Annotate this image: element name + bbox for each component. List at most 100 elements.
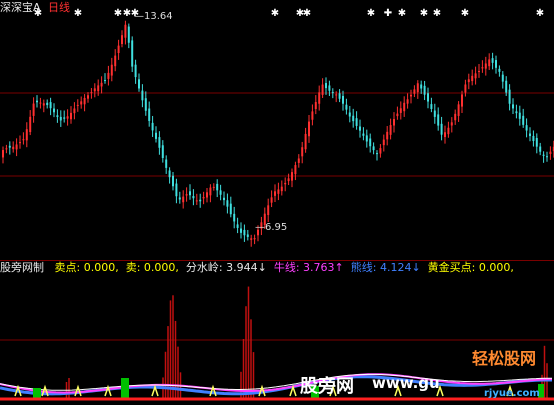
candlestick-body	[49, 102, 52, 109]
candlestick-body	[287, 178, 290, 182]
candlestick-body	[32, 103, 35, 116]
candlestick-body	[117, 45, 120, 54]
watermark-logo: 轻松股网	[472, 349, 537, 368]
candlestick-body	[416, 83, 419, 93]
signal-marker-icon: ✱	[460, 8, 470, 19]
candlestick-body	[321, 84, 324, 95]
candlestick-body	[338, 93, 341, 99]
candlestick-body	[76, 104, 79, 106]
watermark-text: 股旁网	[300, 376, 354, 397]
watermark-domain: rjyue.com	[484, 388, 540, 399]
candlestick-body	[325, 83, 327, 89]
candlestick-body	[219, 190, 222, 195]
candlestick-body	[464, 84, 467, 93]
candlestick-body	[362, 133, 365, 136]
candlestick-body	[172, 175, 174, 187]
candlestick-body	[39, 102, 42, 104]
divide-line	[0, 373, 552, 391]
candlestick-body	[182, 196, 185, 203]
candlestick-body	[212, 186, 215, 188]
candlestick-body	[185, 194, 188, 196]
candlestick-body	[246, 234, 249, 237]
signal-marker-icon: ✱	[432, 8, 442, 19]
candlestick-body	[478, 70, 480, 72]
candlestick-body	[22, 139, 25, 141]
candlestick-body	[223, 197, 225, 201]
indicator-name[interactable]: 股旁网制	[0, 261, 44, 274]
candlestick-body	[440, 123, 443, 135]
candlestick-body	[229, 203, 232, 215]
candlestick-body	[5, 148, 8, 150]
candlestick-body	[549, 151, 552, 154]
candlestick-body	[2, 150, 4, 158]
candlestick-body	[270, 197, 273, 203]
candlestick-body	[437, 114, 440, 126]
candlestick-body	[501, 74, 504, 82]
candlestick-body	[202, 197, 205, 199]
candlestick-body	[386, 131, 389, 140]
candlestick-body	[114, 55, 117, 67]
candlestick-body	[236, 224, 239, 228]
candlestick-body	[314, 102, 317, 109]
candlestick-body	[206, 192, 208, 198]
indicator-item: 分水岭: 3.944↓	[185, 261, 267, 274]
candlestick-body	[406, 99, 409, 104]
candlestick-body	[46, 102, 49, 106]
candlestick-body	[488, 59, 491, 67]
candlestick-body	[216, 183, 219, 191]
candlestick-body	[515, 111, 518, 114]
candlestick-body	[498, 68, 501, 72]
candlestick-body	[29, 116, 32, 133]
low-price-value: 6.95	[265, 222, 288, 233]
candlestick-body	[450, 122, 453, 126]
buy-signal-bar	[121, 378, 129, 398]
candlestick-body	[359, 126, 361, 131]
candlestick-body	[97, 85, 100, 92]
signal-marker-icon: ✱	[73, 8, 83, 19]
watermark-url: www.gu	[372, 374, 440, 392]
candlestick-body	[15, 144, 18, 150]
candlestick-body	[161, 145, 164, 158]
candlestick-body	[284, 182, 287, 185]
candlestick-body	[243, 229, 246, 236]
candlestick-body	[355, 118, 358, 126]
candlestick-body	[110, 64, 113, 76]
candlestick-body	[393, 119, 395, 126]
candlestick-body	[42, 103, 45, 106]
candlestick-body	[144, 98, 147, 111]
candlestick-body	[158, 137, 161, 148]
candlestick-body	[379, 148, 382, 154]
candlestick-body	[240, 228, 242, 233]
chart-canvas[interactable]	[0, 0, 554, 405]
candlestick-body	[399, 108, 402, 113]
candlestick-body	[542, 154, 545, 156]
candlestick-body	[539, 146, 542, 152]
high-price-label: —13.64	[134, 11, 173, 22]
candlestick-body	[389, 125, 392, 135]
candlestick-body	[53, 108, 55, 113]
candlestick-body	[444, 132, 446, 138]
candlestick-body	[250, 238, 253, 240]
signal-marker-icon: ✱	[397, 8, 407, 19]
candlestick-body	[457, 104, 460, 116]
candlestick-body	[304, 133, 307, 150]
indicator-header: 股旁网制 卖点: 0.000, 卖: 0.000, 分水岭: 3.944↓ 牛线: 3…	[0, 261, 518, 275]
candlestick-body	[433, 110, 436, 117]
candlestick-body	[199, 199, 202, 202]
candlestick-body	[403, 102, 406, 112]
candlestick-body	[376, 153, 378, 155]
indicator-item: 卖点: 0.000,	[54, 261, 119, 274]
candlestick-body	[226, 200, 229, 207]
candlestick-body	[467, 79, 470, 83]
candlestick-body	[447, 127, 450, 135]
candlestick-body	[518, 112, 521, 119]
signal-marker-icon: ✱	[366, 8, 376, 19]
candlestick-body	[59, 116, 62, 121]
candlestick-body	[87, 95, 89, 99]
candlestick-body	[495, 60, 497, 68]
candlestick-body	[301, 147, 304, 157]
candlestick-body	[175, 183, 178, 197]
signal-marker-icon: ✚	[383, 8, 393, 19]
indicator-item: 熊线: 4.124↓	[350, 261, 421, 274]
candlestick-body	[63, 117, 66, 119]
